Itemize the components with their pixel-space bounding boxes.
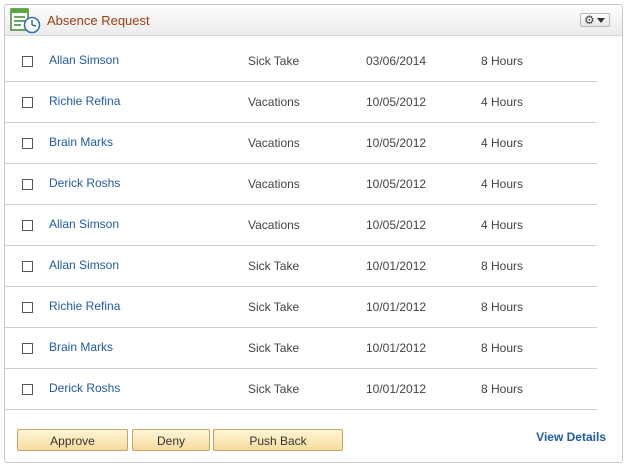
absence-date: 10/01/2012 bbox=[366, 300, 427, 314]
employee-name-link[interactable]: Richie Refina bbox=[49, 299, 120, 313]
employee-name-link[interactable]: Derick Roshs bbox=[49, 381, 120, 395]
employee-name-link[interactable]: Allan Simson bbox=[49, 258, 119, 272]
view-details-link[interactable]: View Details bbox=[536, 430, 606, 444]
absence-hours: 8 Hours bbox=[481, 300, 524, 314]
employee-name-link[interactable]: Richie Refina bbox=[49, 94, 120, 108]
absence-hours: 4 Hours bbox=[481, 218, 524, 232]
chevron-down-icon bbox=[597, 18, 605, 23]
list-item: Derick Roshs Vacations 10/05/2012 4 Hour… bbox=[5, 164, 597, 205]
list-item: Brain Marks Sick Take 10/01/2012 8 Hours bbox=[5, 328, 597, 369]
absence-hours: 8 Hours bbox=[481, 382, 524, 396]
select-checkbox[interactable] bbox=[22, 302, 33, 313]
select-checkbox[interactable] bbox=[22, 138, 33, 149]
absence-date: 10/05/2012 bbox=[366, 95, 427, 109]
calendar-clock-icon bbox=[9, 7, 41, 35]
list-item: Allan Simson Sick Take 10/01/2012 8 Hour… bbox=[5, 246, 597, 287]
list-item: Derick Roshs Sick Take 10/01/2012 8 Hour… bbox=[5, 369, 597, 410]
absence-hours: 4 Hours bbox=[481, 177, 524, 191]
push-back-button[interactable]: Push Back bbox=[213, 429, 343, 451]
gear-icon: ⚙ bbox=[584, 13, 595, 27]
absence-date: 10/01/2012 bbox=[366, 259, 427, 273]
select-checkbox[interactable] bbox=[22, 179, 33, 190]
select-checkbox[interactable] bbox=[22, 261, 33, 272]
absence-date: 10/05/2012 bbox=[366, 177, 427, 191]
absence-date: 10/05/2012 bbox=[366, 218, 427, 232]
absence-date: 10/01/2012 bbox=[366, 382, 427, 396]
list-item: Allan Simson Sick Take 03/06/2014 8 Hour… bbox=[5, 41, 597, 82]
list-item: Richie Refina Vacations 10/05/2012 4 Hou… bbox=[5, 82, 597, 123]
pagelet-header: Absence Request ⚙ bbox=[5, 5, 622, 36]
employee-name-link[interactable]: Allan Simson bbox=[49, 217, 119, 231]
absence-hours: 4 Hours bbox=[481, 95, 524, 109]
absence-type: Vacations bbox=[248, 136, 300, 150]
list-item: Allan Simson Vacations 10/05/2012 4 Hour… bbox=[5, 205, 597, 246]
absence-type: Vacations bbox=[248, 177, 300, 191]
absence-type: Vacations bbox=[248, 218, 300, 232]
absence-date: 03/06/2014 bbox=[366, 54, 427, 68]
select-checkbox[interactable] bbox=[22, 220, 33, 231]
absence-type: Sick Take bbox=[248, 341, 300, 355]
employee-name-link[interactable]: Brain Marks bbox=[49, 340, 113, 354]
absence-hours: 4 Hours bbox=[481, 136, 524, 150]
approve-button[interactable]: Approve bbox=[17, 429, 128, 451]
page-title: Absence Request bbox=[47, 13, 150, 28]
absence-type: Sick Take bbox=[248, 54, 300, 68]
absence-type: Sick Take bbox=[248, 300, 300, 314]
absence-hours: 8 Hours bbox=[481, 341, 524, 355]
absence-date: 10/01/2012 bbox=[366, 341, 427, 355]
select-checkbox[interactable] bbox=[22, 56, 33, 67]
absence-type: Sick Take bbox=[248, 259, 300, 273]
pagelet-options-button[interactable]: ⚙ bbox=[580, 13, 610, 27]
absence-type: Sick Take bbox=[248, 382, 300, 396]
list-item: Richie Refina Sick Take 10/01/2012 8 Hou… bbox=[5, 287, 597, 328]
request-list: Allan Simson Sick Take 03/06/2014 8 Hour… bbox=[5, 41, 597, 410]
absence-date: 10/05/2012 bbox=[366, 136, 427, 150]
select-checkbox[interactable] bbox=[22, 97, 33, 108]
employee-name-link[interactable]: Allan Simson bbox=[49, 53, 119, 67]
absence-request-pagelet: Absence Request ⚙ Allan Simson Sick Take… bbox=[4, 4, 623, 463]
absence-hours: 8 Hours bbox=[481, 54, 524, 68]
absence-type: Vacations bbox=[248, 95, 300, 109]
employee-name-link[interactable]: Derick Roshs bbox=[49, 176, 120, 190]
select-checkbox[interactable] bbox=[22, 384, 33, 395]
employee-name-link[interactable]: Brain Marks bbox=[49, 135, 113, 149]
absence-hours: 8 Hours bbox=[481, 259, 524, 273]
select-checkbox[interactable] bbox=[22, 343, 33, 354]
list-item: Brain Marks Vacations 10/05/2012 4 Hours bbox=[5, 123, 597, 164]
deny-button[interactable]: Deny bbox=[132, 429, 210, 451]
